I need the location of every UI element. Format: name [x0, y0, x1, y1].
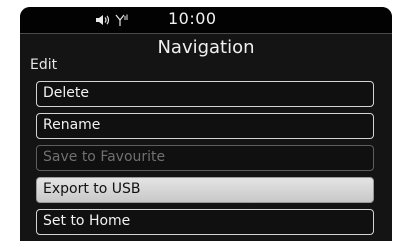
export-to-usb-button[interactable]: Export to USB [36, 177, 374, 203]
rename-button[interactable]: Rename [36, 113, 374, 139]
status-bar: 10:00 [20, 7, 392, 34]
antenna-icon [115, 14, 129, 27]
set-to-home-label: Set to Home [43, 213, 131, 229]
section-label: Edit [30, 57, 58, 73]
page-title: Navigation [157, 37, 255, 58]
delete-button[interactable]: Delete [36, 81, 374, 107]
clock: 10:00 [168, 9, 217, 28]
delete-label: Delete [43, 85, 89, 101]
rename-label: Rename [43, 117, 101, 133]
export-to-usb-label: Export to USB [43, 181, 141, 197]
display-screen: 10:00 Navigation Edit Delete Rename Save… [20, 7, 392, 241]
status-icons [96, 12, 129, 28]
set-to-home-button[interactable]: Set to Home [36, 209, 374, 235]
volume-icon [96, 14, 112, 26]
edit-menu: Delete Rename Save to Favourite Export t… [36, 81, 374, 241]
save-to-favourite-label: Save to Favourite [43, 149, 166, 165]
save-to-favourite-button[interactable]: Save to Favourite [36, 145, 374, 171]
